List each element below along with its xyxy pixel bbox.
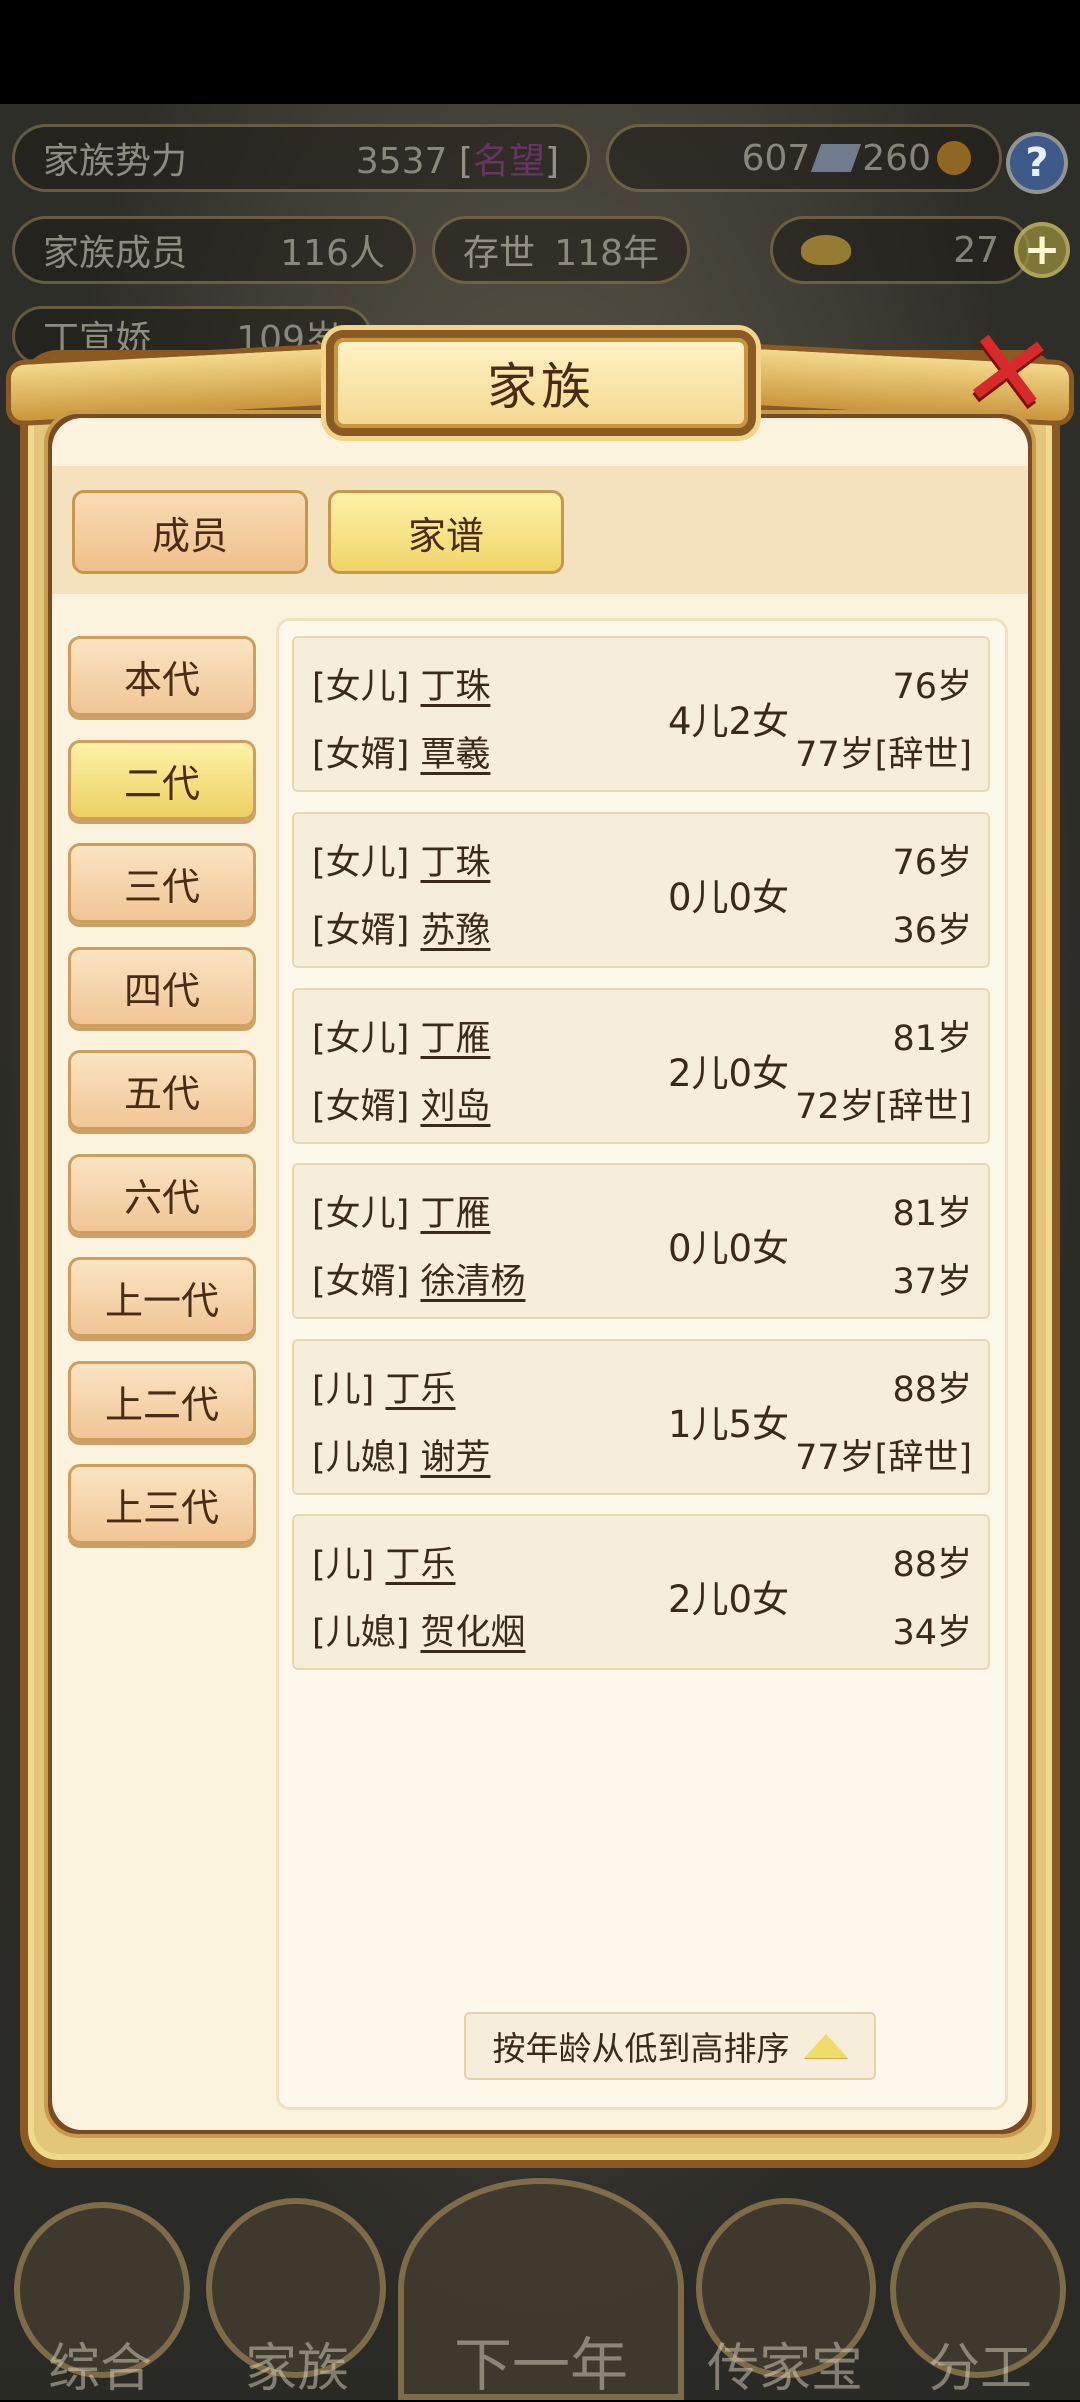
member-age: 76岁 (892, 843, 972, 883)
children-count: 0儿0女 (668, 876, 790, 919)
gold-value: 27 (953, 229, 999, 271)
members-label: 家族成员 (43, 233, 188, 274)
tab-members[interactable]: 成员 (72, 490, 308, 574)
children-count: 1儿5女 (668, 1403, 790, 1446)
gen-5-button[interactable]: 五代 (68, 1050, 256, 1130)
couple-card[interactable]: [女儿] 丁雁 [女婿] 刘岛 2儿0女 81岁 72岁[辞世] (292, 988, 990, 1144)
spouse-name-link[interactable]: 贺化烟 (420, 1613, 525, 1653)
gen-2-button[interactable]: 二代 (68, 740, 256, 820)
spouse-role: [儿媳] (312, 1438, 410, 1478)
children-count: 2儿0女 (668, 1052, 790, 1095)
alive-label: 存世 (463, 233, 536, 274)
gen-prev-1-button[interactable]: 上一代 (68, 1257, 256, 1337)
member-role: [女儿] (312, 1194, 410, 1234)
couple-card[interactable]: [儿] 丁乐 [儿媳] 谢芳 1儿5女 88岁 77岁[辞世] (292, 1339, 990, 1495)
couple-card[interactable]: [女儿] 丁珠 [女婿] 苏豫 0儿0女 76岁 36岁 (292, 812, 990, 968)
children-count: 0儿0女 (668, 1227, 790, 1270)
spouse-age: 34岁 (892, 1613, 972, 1653)
gen-prev-3-button[interactable]: 上三代 (68, 1464, 256, 1544)
member-name-link[interactable]: 丁珠 (420, 667, 490, 707)
member-age: 88岁 (892, 1370, 972, 1410)
family-rank: 名望 (472, 141, 545, 182)
gen-3-button[interactable]: 三代 (68, 843, 256, 923)
member-age: 76岁 (892, 667, 972, 707)
nav-heirloom-label: 传家宝 (706, 2339, 863, 2399)
spouse-name-link[interactable]: 徐清杨 (420, 1262, 525, 1302)
spouse-age: 36岁 (892, 911, 972, 951)
member-age: 88岁 (892, 1545, 972, 1585)
spouse-role: [女婿] (312, 1087, 410, 1127)
member-name-link[interactable]: 丁乐 (385, 1370, 455, 1410)
coin-value: 260 (862, 137, 931, 179)
tab-family-tree[interactable]: 家谱 (328, 490, 564, 574)
family-power-label: 家族势力 (43, 141, 188, 182)
family-power-value: 3537 [名望] (355, 141, 559, 182)
gen-4-button[interactable]: 四代 (68, 947, 256, 1027)
spouse-name-link[interactable]: 苏豫 (420, 911, 490, 951)
gold-bar: 27 (770, 216, 1030, 284)
spouse-role: [儿媳] (312, 1613, 410, 1653)
member-name-link[interactable]: 丁珠 (420, 843, 490, 883)
gen-6-button[interactable]: 六代 (68, 1154, 256, 1234)
coin-icon (937, 141, 971, 175)
children-count: 4儿2女 (668, 700, 790, 743)
member-role: [女儿] (312, 667, 410, 707)
spouse-age: 77岁[辞世] (795, 735, 972, 775)
spouse-age: 77岁[辞世] (795, 1438, 972, 1478)
member-role: [儿] (312, 1545, 375, 1585)
add-gold-button[interactable]: + (1014, 222, 1070, 278)
bottom-nav: 综合 家族 下一年 传家宝 分工 (0, 2168, 1080, 2400)
silver-icon (811, 144, 862, 172)
member-name-link[interactable]: 丁雁 (420, 1019, 490, 1059)
member-age: 81岁 (892, 1194, 972, 1234)
spouse-name-link[interactable]: 谢芳 (420, 1438, 490, 1478)
close-button[interactable]: ✕ (952, 302, 1065, 442)
gen-prev-2-button[interactable]: 上二代 (68, 1361, 256, 1441)
nav-next-year-label: 下一年 (453, 2331, 628, 2399)
nav-family-label: 家族 (244, 2339, 349, 2399)
currency-bar: 607 260 (606, 124, 1002, 192)
status-bar (0, 0, 1080, 104)
couple-card[interactable]: [女儿] 丁珠 [女婿] 覃羲 4儿2女 76岁 77岁[辞世] (292, 636, 990, 792)
modal-title: 家族 (326, 330, 756, 436)
member-age: 81岁 (892, 1019, 972, 1059)
children-count: 2儿0女 (668, 1578, 790, 1621)
nav-division-label: 分工 (927, 2339, 1032, 2399)
spouse-age: 72岁[辞世] (795, 1087, 972, 1127)
couple-card[interactable]: [女儿] 丁雁 [女婿] 徐清杨 0儿0女 81岁 37岁 (292, 1163, 990, 1319)
members-value: 116人 (280, 233, 385, 274)
gen-current-button[interactable]: 本代 (68, 636, 256, 716)
alive-value: 118年 (554, 233, 659, 274)
alive-years-bar: 存世 118年 (432, 216, 690, 284)
sort-by-age-button[interactable]: 按年龄从低到高排序 (464, 2012, 876, 2080)
sort-label: 按年龄从低到高排序 (492, 2029, 790, 2068)
family-power-bar[interactable]: 家族势力 3537 [名望] (12, 124, 590, 192)
member-name-link[interactable]: 丁乐 (385, 1545, 455, 1585)
family-members-bar[interactable]: 家族成员 116人 (12, 216, 416, 284)
member-role: [女儿] (312, 1019, 410, 1059)
help-button[interactable]: ? (1006, 132, 1068, 194)
member-role: [儿] (312, 1370, 375, 1410)
spouse-name-link[interactable]: 刘岛 (420, 1087, 490, 1127)
member-role: [女儿] (312, 843, 410, 883)
spouse-role: [女婿] (312, 735, 410, 775)
spouse-role: [女婿] (312, 1262, 410, 1302)
nav-overview-label: 综合 (47, 2339, 152, 2399)
spouse-role: [女婿] (312, 911, 410, 951)
spouse-age: 37岁 (892, 1262, 972, 1302)
gold-ingot-icon (801, 235, 851, 265)
spouse-name-link[interactable]: 覃羲 (420, 735, 490, 775)
sort-ascending-icon (803, 2034, 848, 2058)
couple-card[interactable]: [儿] 丁乐 [儿媳] 贺化烟 2儿0女 88岁 34岁 (292, 1514, 990, 1670)
silver-value: 607 (741, 137, 811, 179)
member-name-link[interactable]: 丁雁 (420, 1194, 490, 1234)
